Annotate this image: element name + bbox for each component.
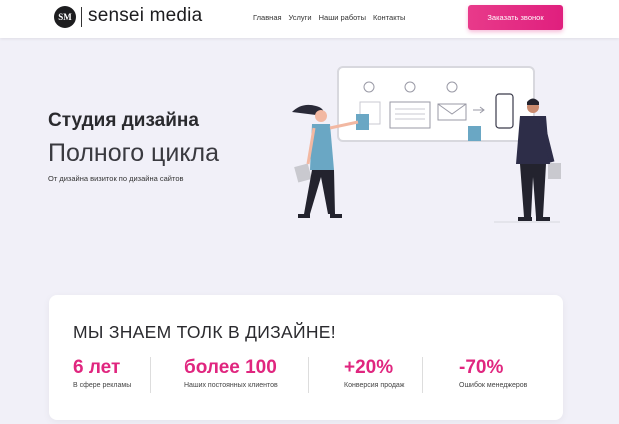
stat-label: Наших постоянных клиентов (184, 382, 278, 389)
hero-caption: От дизайна визиток по дизайна сайтов (48, 174, 184, 183)
stat-clients: более 100 Наших постоянных клиентов (184, 357, 278, 389)
nav-item-contacts[interactable]: Контакты (373, 13, 405, 22)
logo-divider (81, 7, 82, 27)
logo-text[interactable]: sensei media (88, 5, 202, 27)
man-figure (516, 98, 555, 221)
stat-label: Ошибок менеджеров (459, 382, 528, 389)
hero-subtitle: Полного цикла (48, 139, 220, 167)
nav-item-works[interactable]: Наши работы (319, 13, 366, 22)
stat-conversion: +20% Конверсия продаж (344, 357, 405, 389)
logo-badge[interactable]: SM (54, 6, 76, 28)
hero-illustration (292, 66, 561, 223)
stat-value: -70% (459, 357, 504, 378)
main-nav: Главная Услуги Наши работы Контакты (253, 13, 405, 22)
stat-errors: -70% Ошибок менеджеров (459, 357, 527, 389)
stat-value: 6 лет (73, 357, 121, 378)
stat-value: более 100 (184, 357, 277, 378)
site-header: SM sensei media Главная Услуги Наши рабо… (0, 0, 619, 38)
nav-item-home[interactable]: Главная (253, 13, 282, 22)
stat-label: Конверсия продаж (344, 382, 405, 389)
stat-value: +20% (344, 357, 394, 378)
stat-divider (150, 357, 151, 393)
stat-years: 6 лет В сфере рекламы (73, 357, 131, 389)
stat-divider (422, 357, 423, 393)
hero-title: Студия дизайна (48, 110, 199, 131)
order-call-button[interactable]: Заказать звонок (468, 5, 563, 30)
stats-card-title: МЫ ЗНАЕМ ТОЛК В ДИЗАЙНЕ! (73, 322, 336, 342)
stats-card: МЫ ЗНАЕМ ТОЛК В ДИЗАЙНЕ! 6 лет В сфере р… (49, 295, 563, 420)
phone-icon (495, 93, 514, 129)
nav-item-services[interactable]: Услуги (289, 13, 312, 22)
stat-label: В сфере рекламы (73, 382, 132, 389)
stat-divider (308, 357, 309, 393)
